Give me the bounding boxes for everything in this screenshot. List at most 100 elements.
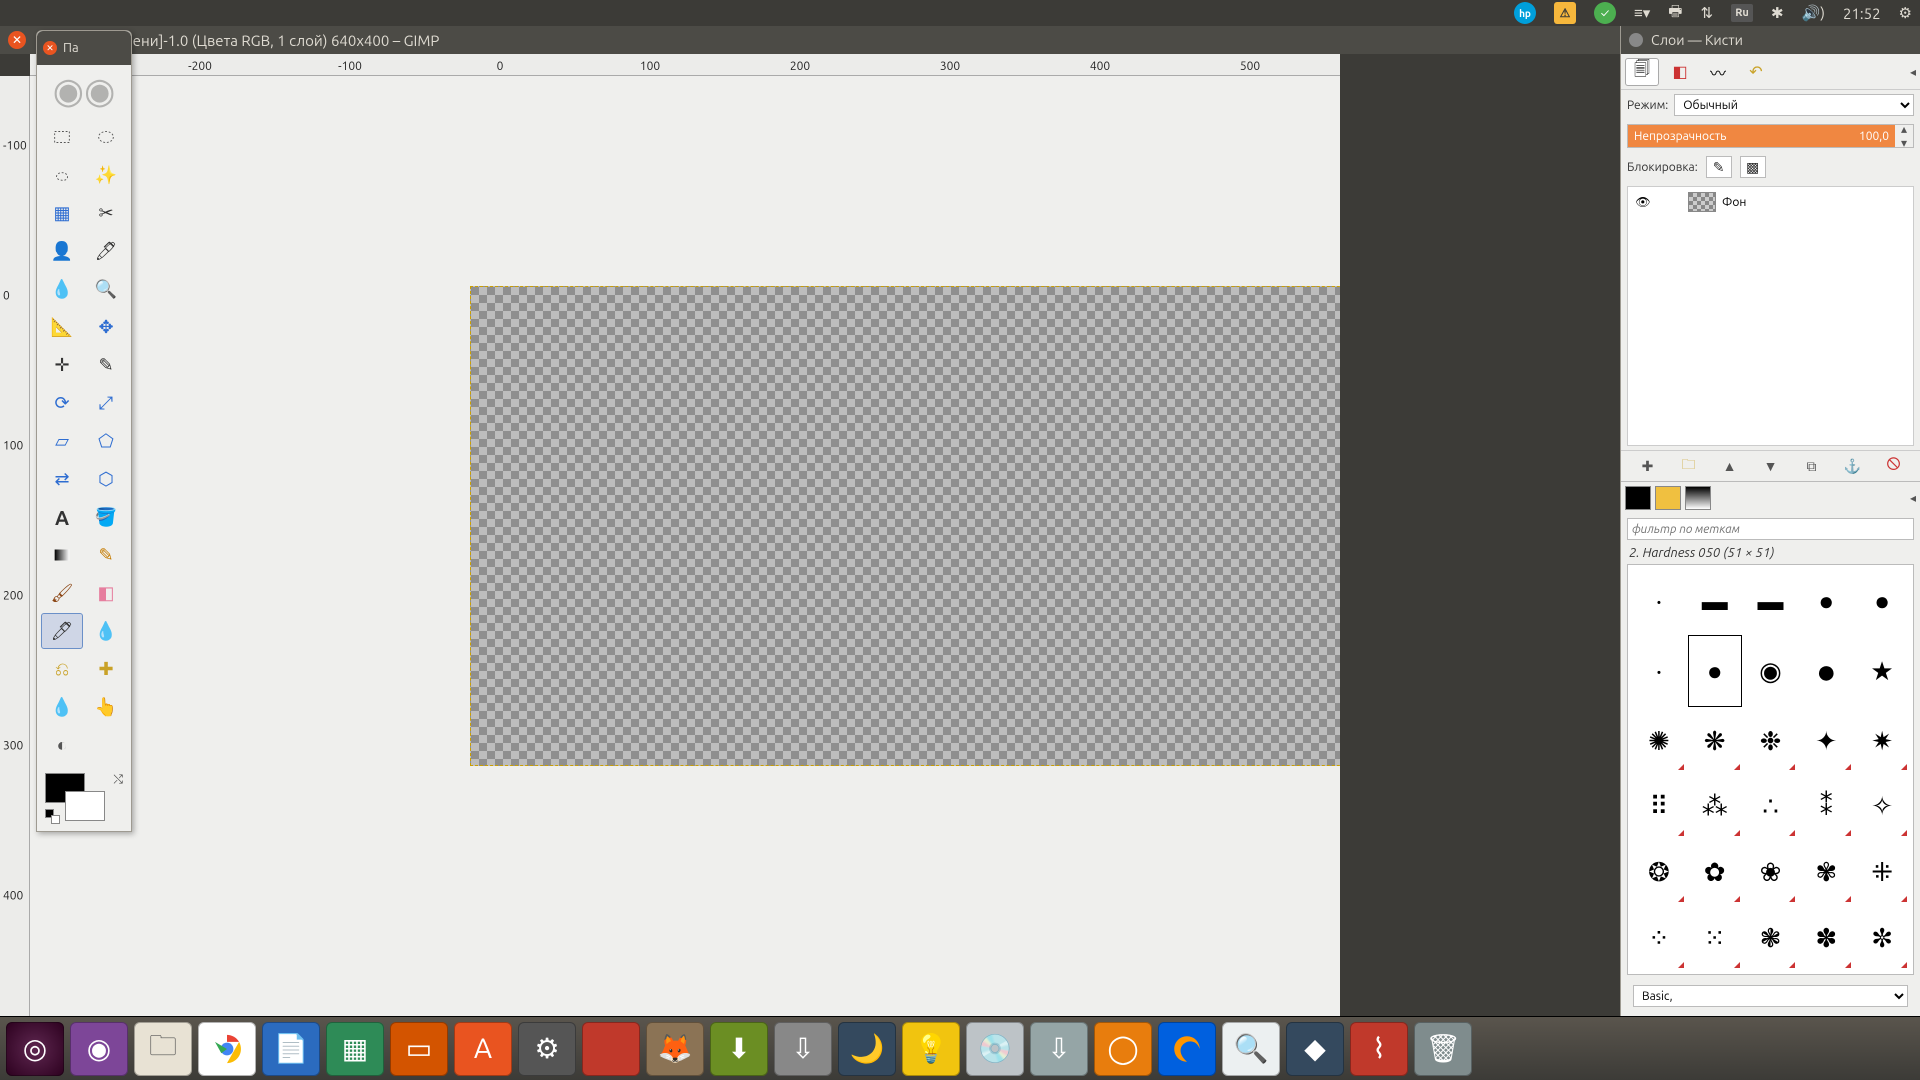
clock[interactable]: 21:52 [1843, 5, 1881, 22]
brush-item[interactable]: ⠿ [1632, 774, 1686, 838]
brush-item[interactable]: ● [1799, 569, 1853, 633]
brush-item[interactable]: ❃ [1744, 906, 1798, 970]
dodge-tool[interactable]: ◐ [41, 727, 83, 763]
usb-creator-icon[interactable]: ⇩ [774, 1022, 832, 1076]
inkscape-app-icon[interactable]: ◆ [1286, 1022, 1344, 1076]
brush-item[interactable]: ✷ [1855, 709, 1909, 773]
undo-history-tab[interactable]: ↶ [1739, 58, 1773, 86]
perspective-tool[interactable]: ⬠ [85, 423, 127, 459]
clone-tool[interactable]: ⎌ [41, 651, 83, 687]
brush-item[interactable]: ⁘ [1632, 906, 1686, 970]
reset-colors-icon[interactable] [45, 809, 61, 825]
tor-browser-icon[interactable]: ◉ [70, 1022, 128, 1076]
channels-tab[interactable]: ◧ [1663, 58, 1697, 86]
layer-up-button[interactable]: ▲ [1718, 455, 1742, 477]
power-cog-icon[interactable]: ⚙ [1899, 4, 1912, 22]
brush-item[interactable]: ● [1799, 635, 1853, 707]
layers-tab-menu-icon[interactable]: ◂ [1910, 65, 1916, 79]
layers-tab[interactable]: 🗐 [1625, 58, 1659, 86]
impress-app-icon[interactable]: ▭ [390, 1022, 448, 1076]
layer-visibility-icon[interactable]: 👁 [1632, 195, 1654, 209]
flip-tool[interactable]: ⇄ [41, 461, 83, 497]
gimp-app-icon[interactable]: 🦊 [646, 1022, 704, 1076]
blur-tool[interactable]: 💧 [41, 689, 83, 725]
shear-tool[interactable]: ▱ [41, 423, 83, 459]
brush-item[interactable]: ∙ [1632, 635, 1686, 707]
right-dock-close-button[interactable] [1629, 33, 1643, 47]
stellarium-app-icon[interactable]: 🌙 [838, 1022, 896, 1076]
network-indicator-icon[interactable]: ⇅ [1700, 4, 1713, 22]
blend-mode-select[interactable]: Обычный [1674, 94, 1914, 116]
brush-item[interactable]: ✧ [1855, 774, 1909, 838]
eraser-tool[interactable]: ◧ [85, 575, 127, 611]
firefox-browser-icon[interactable] [1158, 1022, 1216, 1076]
ink-tool[interactable]: 💧 [85, 613, 127, 649]
vertical-ruler[interactable]: -100 0 100 200 300 400 [0, 76, 30, 1040]
background-color[interactable] [65, 791, 105, 821]
dash-home-icon[interactable]: ◎ [6, 1022, 64, 1076]
scissors-tool[interactable]: ✂ [85, 195, 127, 231]
brush-filter-input[interactable] [1627, 518, 1914, 540]
brush-item[interactable]: ▬ [1688, 569, 1742, 633]
brush-item[interactable]: ⁑ [1799, 774, 1853, 838]
blend-tool[interactable] [41, 537, 83, 573]
calc-app-icon[interactable]: ▦ [326, 1022, 384, 1076]
software-center-icon[interactable]: A [454, 1022, 512, 1076]
color-picker-tool[interactable]: 💧 [41, 271, 83, 307]
installer-app-icon[interactable]: ⇩ [1030, 1022, 1088, 1076]
brush-item[interactable]: ∴ [1744, 774, 1798, 838]
swap-colors-icon[interactable]: ⤭ [113, 773, 123, 787]
layer-name[interactable]: Фон [1722, 196, 1746, 209]
toolbox-title-bar[interactable]: ✕ Па [37, 31, 131, 65]
lock-alpha-button[interactable]: ▩ [1740, 156, 1766, 178]
canvas-viewport[interactable] [30, 76, 1340, 1040]
by-color-select-tool[interactable]: ▦ [41, 195, 83, 231]
layer-thumbnail-icon[interactable] [1688, 192, 1716, 212]
menu-indicator-icon[interactable]: ≡▾ [1634, 4, 1650, 22]
zoom-tool[interactable]: 🔍 [85, 271, 127, 307]
writer-app-icon[interactable]: 📄 [262, 1022, 320, 1076]
airbrush-tool[interactable]: 🖊 [41, 613, 83, 649]
files-manager-icon[interactable]: 🗀 [134, 1022, 192, 1076]
hp-indicator-icon[interactable]: hp [1514, 2, 1536, 24]
brush-item[interactable]: ❉ [1744, 709, 1798, 773]
trash-icon[interactable]: 🗑 [1414, 1022, 1472, 1076]
brush-item[interactable]: ❋ [1688, 709, 1742, 773]
brush-item[interactable]: · [1632, 569, 1686, 633]
image-viewer-icon[interactable]: 🔍 [1222, 1022, 1280, 1076]
align-tool[interactable]: ✛ [41, 347, 83, 383]
layer-duplicate-button[interactable]: ⧉ [1800, 455, 1824, 477]
layer-anchor-button[interactable]: ⚓ [1841, 455, 1865, 477]
ellipse-select-tool[interactable] [85, 119, 127, 155]
rotate-tool[interactable]: ⟳ [41, 385, 83, 421]
brush-item[interactable]: ✿ [1688, 840, 1742, 904]
disk-app-icon[interactable]: 💿 [966, 1022, 1024, 1076]
brush-grid[interactable]: · ▬ ▬ ● ● ∙ ● ◉ ● ★ ✺ ❋ ❉ ✦ ✷ ⠿ ⁂ ∴ ⁑ ✧ … [1627, 564, 1914, 975]
patterns-tab[interactable] [1655, 486, 1681, 510]
keyboard-layout-indicator[interactable]: Ru [1731, 4, 1753, 22]
measure-tool[interactable]: 📐 [41, 309, 83, 345]
toolbox-window[interactable]: ✕ Па ◉◉ ✨ ▦ ✂ 👤 🖊 💧 🔍 📐 ✥ ✛ ✎ ⟳ ⤢ ▱ ⬠ ⇄ … [36, 30, 132, 832]
pencil-tool[interactable]: ✎ [85, 537, 127, 573]
brush-preset-select[interactable]: Basic, [1633, 985, 1908, 1007]
paths-tab[interactable]: 〰 [1701, 58, 1735, 86]
image-canvas[interactable] [470, 286, 1340, 766]
free-select-tool[interactable] [41, 157, 83, 193]
text-tool[interactable]: A [41, 499, 83, 535]
chrome-browser-icon[interactable] [198, 1022, 256, 1076]
lock-pixels-button[interactable]: ✎ [1706, 156, 1732, 178]
fuzzy-select-tool[interactable]: ✨ [85, 157, 127, 193]
brush-item[interactable]: ● [1855, 569, 1909, 633]
brush-item[interactable]: ⁂ [1688, 774, 1742, 838]
warning-indicator-icon[interactable]: ⚠ [1554, 2, 1576, 24]
brush-item[interactable]: ✦ [1799, 709, 1853, 773]
downloads-icon[interactable]: ⬇ [710, 1022, 768, 1076]
brush-item[interactable]: ❂ [1632, 840, 1686, 904]
brush-item[interactable]: ✾ [1799, 840, 1853, 904]
brush-item[interactable]: ★ [1855, 635, 1909, 707]
foreground-select-tool[interactable]: 👤 [41, 233, 83, 269]
brush-item[interactable]: ⁜ [1855, 840, 1909, 904]
ok-indicator-icon[interactable]: ✓ [1594, 2, 1616, 24]
layer-row[interactable]: 👁 Фон [1628, 187, 1913, 217]
brush-item[interactable]: ● [1688, 635, 1742, 707]
